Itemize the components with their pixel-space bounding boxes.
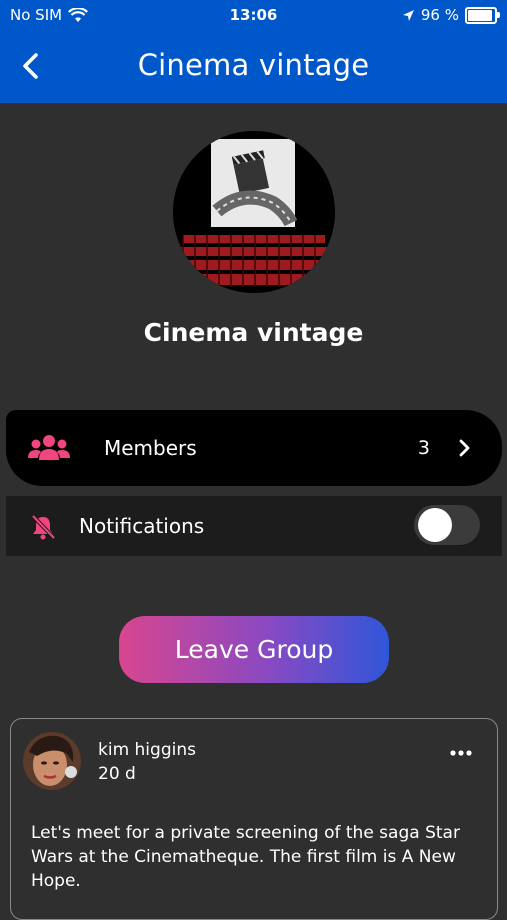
app-header: No SIM 13:06 96 % Cinema vintage: [0, 0, 507, 103]
location-arrow-icon: [402, 9, 414, 21]
chevron-right-icon: [459, 439, 470, 457]
leave-group-button[interactable]: Leave Group: [119, 616, 389, 683]
toggle-knob: [418, 508, 452, 542]
group-avatar: [173, 131, 335, 293]
author-photo: [23, 732, 81, 790]
notifications-toggle[interactable]: [414, 505, 480, 545]
bell-slash-icon: [31, 514, 56, 540]
post-time: 20 d: [98, 764, 136, 784]
battery-percent: 96 %: [420, 6, 459, 24]
status-right: 96 %: [402, 6, 500, 24]
members-label: Members: [104, 436, 197, 460]
post-author[interactable]: kim higgins: [98, 740, 196, 760]
members-row[interactable]: Members 3: [6, 410, 502, 486]
status-bar: No SIM 13:06 96 %: [0, 0, 507, 30]
post-text: Let's meet for a private screening of th…: [31, 823, 460, 891]
more-options-icon[interactable]: [449, 749, 473, 757]
battery-icon: [465, 6, 500, 24]
users-icon: [28, 435, 70, 460]
post-card: kim higgins 20 d Let's meet for a privat…: [10, 718, 498, 920]
notifications-row: Notifications: [6, 496, 502, 556]
header-title: Cinema vintage: [137, 48, 370, 82]
notifications-label: Notifications: [79, 514, 205, 538]
group-name: Cinema vintage: [143, 318, 364, 347]
cinema-image: [173, 131, 335, 293]
members-count: 3: [417, 437, 430, 459]
author-avatar[interactable]: [23, 732, 81, 790]
